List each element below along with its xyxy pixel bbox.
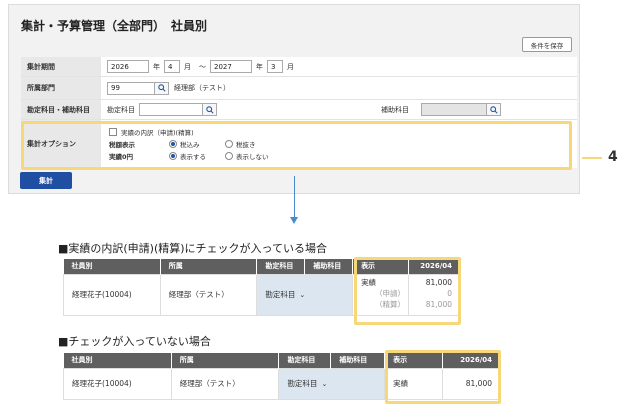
radio-selected-icon <box>169 140 177 148</box>
dept-code-input[interactable]: 99 <box>107 81 155 95</box>
search-icon <box>157 84 166 92</box>
callout-number: 4 <box>608 149 618 165</box>
zero-show-radio[interactable]: 表示する <box>169 151 225 161</box>
radio-icon <box>225 140 233 148</box>
table-header-row: 社員別 所属 勘定科目 補助科目 表示 2026/04 <box>63 353 499 368</box>
breakdown-checkbox[interactable] <box>109 128 117 136</box>
header-sub-account: 補助科目 <box>304 259 354 274</box>
header-employee: 社員別 <box>63 259 161 274</box>
display-cell: 実績 （申請） （精算） <box>352 273 409 316</box>
aggregation-panel: 集計・予算管理（全部門） 社員別 条件を保存 集計期間 2026 年 4 月 〜… <box>8 4 580 194</box>
account-cell[interactable]: 勘定科目 ⌄ <box>278 367 386 400</box>
zero-label: 実績0円 <box>109 153 134 161</box>
from-month-input[interactable]: 4 <box>164 60 180 73</box>
chevron-down-icon: ⌄ <box>299 291 306 299</box>
breakdown-checkbox-label: 実績の内訳（申請)(精算) <box>121 129 194 137</box>
callout-line <box>582 157 602 159</box>
header-employee: 社員別 <box>63 353 172 368</box>
arrow-line <box>294 176 295 218</box>
section1-title: ■実績の内訳(申請)(精算)にチェックが入っている場合 <box>58 242 328 255</box>
options-label: 集計オプション <box>21 120 101 168</box>
header-display: 表示 <box>384 353 443 368</box>
header-dept: 所属 <box>171 353 280 368</box>
arrow-down-icon <box>290 217 298 224</box>
tilde: 〜 <box>199 62 206 71</box>
header-account: 勘定科目 <box>256 259 306 274</box>
account-label: 勘定科目・補助科目 <box>21 100 101 119</box>
tax-included-label: 税込み <box>180 141 200 149</box>
condition-form: 集計期間 2026 年 4 月 〜 2027 年 3 月 所属部門 99 経理部… <box>21 57 577 168</box>
search-icon <box>489 105 498 114</box>
display-cell: 実績 <box>384 367 443 400</box>
tax-label: 税額表示 <box>109 141 135 149</box>
table-header-row: 社員別 所属 勘定科目 補助科目 表示 2026/04 <box>63 259 460 274</box>
run-aggregation-button[interactable]: 集計 <box>20 172 72 189</box>
sub-account-input[interactable] <box>421 103 487 116</box>
tax-excluded-radio[interactable]: 税抜き <box>225 139 281 149</box>
value-sub2: 81,000 <box>425 299 452 309</box>
header-dept: 所属 <box>160 259 258 274</box>
from-year-input[interactable]: 2026 <box>107 60 149 73</box>
account-input[interactable] <box>139 103 203 116</box>
search-icon <box>205 105 214 114</box>
account-cell-label: 勘定科目 <box>265 290 296 299</box>
header-month: 2026/04 <box>408 259 460 274</box>
table-row: 経理花子(10004) 経理部（テスト） 勘定科目 ⌄ 実績 81,000 <box>63 367 499 400</box>
radio-icon <box>225 152 233 160</box>
period-label: 集計期間 <box>21 57 101 76</box>
value-sub1: 0 <box>447 288 452 298</box>
zero-show-label: 表示する <box>180 153 206 161</box>
dept-name: 経理部（テスト） <box>174 84 230 92</box>
zero-hide-label: 表示しない <box>236 153 269 161</box>
account-field-label: 勘定科目 <box>107 105 135 114</box>
chevron-down-icon: ⌄ <box>321 380 328 388</box>
year-unit: 年 <box>256 62 263 71</box>
display-sub2: （精算） <box>375 299 406 309</box>
sub-account-label: 補助科目 <box>381 105 409 114</box>
radio-selected-icon <box>169 152 177 160</box>
to-year-input[interactable]: 2027 <box>210 60 252 73</box>
year-unit: 年 <box>153 62 160 71</box>
result-table-with-breakdown: 社員別 所属 勘定科目 補助科目 表示 2026/04 経理花子(10004) … <box>63 259 460 316</box>
value-cell: 81,000 <box>442 367 499 400</box>
tax-excluded-label: 税抜き <box>236 141 256 149</box>
dept-cell: 経理部（テスト） <box>159 273 258 316</box>
display-sub1: （申請） <box>375 288 406 298</box>
header-account: 勘定科目 <box>278 353 332 368</box>
value-cell: 81,000 0 81,000 <box>407 273 460 316</box>
result-table-without-breakdown: 社員別 所属 勘定科目 補助科目 表示 2026/04 経理花子(10004) … <box>63 353 499 400</box>
account-cell[interactable]: 勘定科目 ⌄ <box>256 273 354 316</box>
zero-hide-radio[interactable]: 表示しない <box>225 151 281 161</box>
sub-account-search-button[interactable] <box>487 103 501 116</box>
account-row: 勘定科目・補助科目 勘定科目 補助科目 <box>21 100 577 120</box>
period-row: 集計期間 2026 年 4 月 〜 2027 年 3 月 <box>21 57 577 77</box>
table-row: 経理花子(10004) 経理部（テスト） 勘定科目 ⌄ 実績 （申請） （精算） … <box>63 273 460 316</box>
page-title: 集計・予算管理（全部門） 社員別 <box>21 19 208 33</box>
dept-search-button[interactable] <box>155 81 169 95</box>
value-main: 81,000 <box>425 277 452 287</box>
header-month: 2026/04 <box>442 353 499 368</box>
header-display: 表示 <box>352 259 409 274</box>
dept-row: 所属部門 99 経理部（テスト） <box>21 77 577 100</box>
tax-included-radio[interactable]: 税込み <box>169 139 225 149</box>
options-row: 集計オプション 実績の内訳（申請)(精算) 税額表示 税込み 税抜き 実績0円 … <box>21 120 577 168</box>
account-search-button[interactable] <box>203 103 217 116</box>
employee-cell: 経理花子(10004) <box>63 367 172 400</box>
month-unit: 月 <box>184 62 191 71</box>
employee-cell: 経理花子(10004) <box>63 273 161 316</box>
account-cell-label: 勘定科目 <box>287 379 318 388</box>
header-sub-account: 補助科目 <box>330 353 386 368</box>
to-month-input[interactable]: 3 <box>267 60 283 73</box>
dept-cell: 経理部（テスト） <box>170 367 280 400</box>
dept-label: 所属部門 <box>21 77 101 99</box>
month-unit: 月 <box>287 62 294 71</box>
section2-title: ■チェックが入っていない場合 <box>58 335 211 348</box>
save-conditions-button[interactable]: 条件を保存 <box>522 37 572 52</box>
display-main: 実績 <box>361 277 377 287</box>
